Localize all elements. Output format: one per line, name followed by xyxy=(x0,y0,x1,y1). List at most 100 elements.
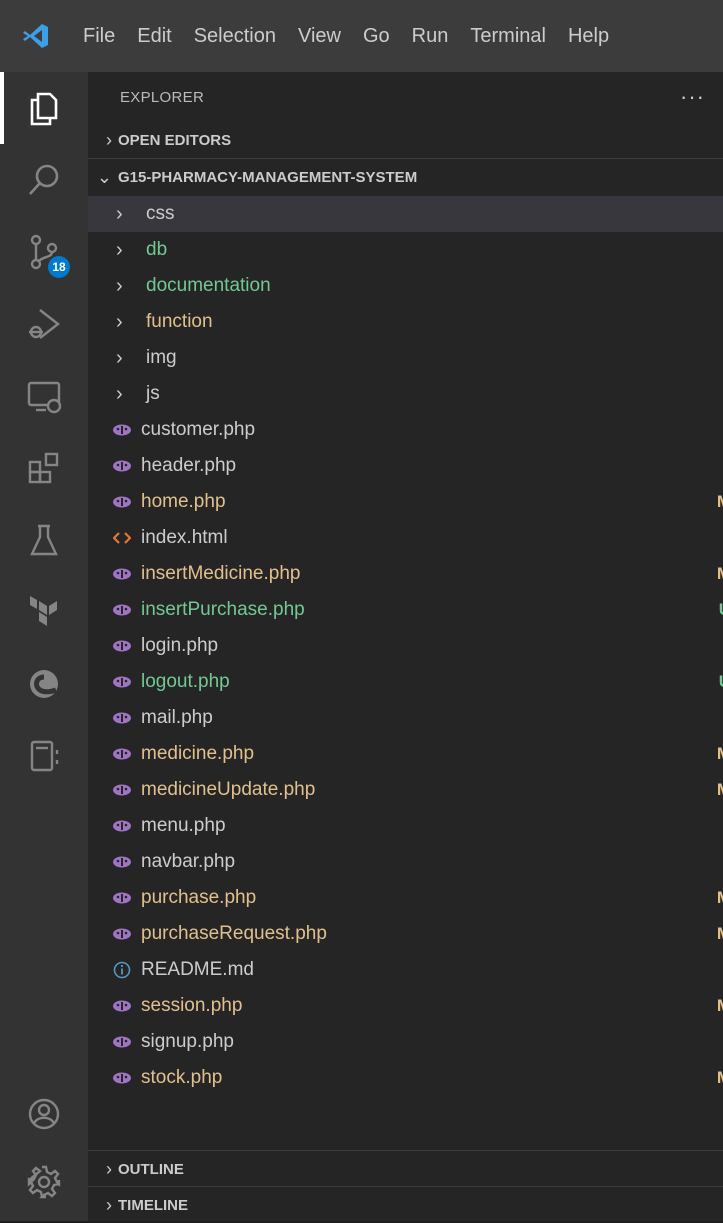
folder-item[interactable]: › db xyxy=(88,232,723,268)
file-label: purchase.php xyxy=(141,887,257,908)
file-label: home.php xyxy=(141,491,226,512)
chevron-right-icon: › xyxy=(106,1194,112,1215)
file-item[interactable]: menu.php xyxy=(88,808,723,844)
testing-icon[interactable] xyxy=(0,504,88,576)
file-item[interactable]: signup.php xyxy=(88,1024,723,1060)
php-file-icon xyxy=(112,639,132,653)
file-label: login.php xyxy=(141,635,219,656)
explorer-icon[interactable] xyxy=(0,72,88,144)
file-item[interactable]: customer.php xyxy=(88,412,723,448)
timeline-label: TIMELINE xyxy=(118,1196,188,1214)
file-item[interactable]: stock.php M xyxy=(88,1060,723,1096)
folder-label: db xyxy=(146,239,168,260)
vscode-logo-icon xyxy=(0,0,72,72)
folder-item[interactable]: › function xyxy=(88,304,723,340)
php-file-icon xyxy=(112,1071,132,1085)
file-item[interactable]: medicine.php M xyxy=(88,736,723,772)
project-label: G15-PHARMACY-MANAGEMENT-SYSTEM xyxy=(118,168,418,186)
file-label: logout.php xyxy=(141,671,230,692)
notebook-icon[interactable] xyxy=(0,720,88,792)
html-file-icon xyxy=(112,531,132,545)
file-item[interactable]: home.php M xyxy=(88,484,723,520)
php-file-icon xyxy=(112,747,132,761)
file-label: menu.php xyxy=(141,815,226,836)
file-item[interactable]: login.php xyxy=(88,628,723,664)
timeline-section[interactable]: › TIMELINE xyxy=(88,1187,723,1223)
chevron-right-icon: › xyxy=(116,346,123,369)
chevron-right-icon: › xyxy=(116,310,123,333)
edge-icon[interactable] xyxy=(0,648,88,720)
menu-edit[interactable]: Edit xyxy=(126,0,182,72)
file-label: insertPurchase.php xyxy=(141,599,305,620)
file-label: header.php xyxy=(141,455,237,476)
chevron-down-icon: ⌄ xyxy=(96,166,112,187)
chevron-right-icon: › xyxy=(106,129,112,150)
file-item[interactable]: index.html xyxy=(88,520,723,556)
folder-label: img xyxy=(146,347,177,368)
open-editors-section[interactable]: › OPEN EDITORS xyxy=(88,122,723,158)
folder-item[interactable]: › documentation xyxy=(88,268,723,304)
menu-file[interactable]: File xyxy=(72,0,126,72)
git-status-badge: U xyxy=(719,672,723,692)
chevron-right-icon: › xyxy=(116,202,123,225)
file-label: medicine.php xyxy=(141,743,255,764)
extensions-icon[interactable] xyxy=(0,432,88,504)
file-item[interactable]: insertMedicine.php M xyxy=(88,556,723,592)
file-label: signup.php xyxy=(141,1031,234,1052)
php-file-icon xyxy=(112,927,132,941)
file-item[interactable]: mail.php xyxy=(88,700,723,736)
php-file-icon xyxy=(112,711,132,725)
php-file-icon xyxy=(112,1035,132,1049)
remote-explorer-icon[interactable] xyxy=(0,360,88,432)
menu-selection[interactable]: Selection xyxy=(183,0,287,72)
git-status-badge: U xyxy=(719,600,723,620)
php-file-icon xyxy=(112,675,132,689)
file-label: navbar.php xyxy=(141,851,236,872)
php-file-icon xyxy=(112,459,132,473)
file-item[interactable]: logout.php U xyxy=(88,664,723,700)
file-item[interactable]: insertPurchase.php U xyxy=(88,592,723,628)
git-status-badge: M xyxy=(717,744,723,764)
file-item[interactable]: purchase.php M xyxy=(88,880,723,916)
php-file-icon xyxy=(112,999,132,1013)
folder-item[interactable]: › img xyxy=(88,340,723,376)
php-file-icon xyxy=(112,603,132,617)
account-icon[interactable] xyxy=(0,1078,88,1150)
terraform-icon[interactable] xyxy=(0,576,88,648)
menu-view[interactable]: View xyxy=(287,0,352,72)
outline-section[interactable]: › OUTLINE xyxy=(88,1151,723,1187)
file-item[interactable]: medicineUpdate.php M xyxy=(88,772,723,808)
folder-label: css xyxy=(146,203,175,224)
folder-item[interactable]: › css xyxy=(88,196,723,232)
settings-gear-icon[interactable] xyxy=(0,1146,88,1218)
menu-run[interactable]: Run xyxy=(401,0,460,72)
file-item[interactable]: README.md xyxy=(88,952,723,988)
file-item[interactable]: session.php M xyxy=(88,988,723,1024)
explorer-sidebar: EXPLORER ··· › OPEN EDITORS ⌄ G15-PHARMA… xyxy=(88,72,723,1221)
folder-item[interactable]: › js xyxy=(88,376,723,412)
chevron-right-icon: › xyxy=(116,274,123,297)
php-file-icon xyxy=(112,495,132,509)
file-item[interactable]: purchaseRequest.php M xyxy=(88,916,723,952)
file-label: insertMedicine.php xyxy=(141,563,301,584)
file-item[interactable]: navbar.php xyxy=(88,844,723,880)
php-file-icon xyxy=(112,567,132,581)
file-item[interactable]: header.php xyxy=(88,448,723,484)
php-file-icon xyxy=(112,855,132,869)
file-label: mail.php xyxy=(141,707,213,728)
git-status-badge: M xyxy=(717,924,723,944)
menu-go[interactable]: Go xyxy=(352,0,401,72)
run-debug-icon[interactable] xyxy=(0,288,88,360)
php-file-icon xyxy=(112,891,132,905)
more-actions-icon[interactable]: ··· xyxy=(680,86,705,108)
project-section[interactable]: ⌄ G15-PHARMACY-MANAGEMENT-SYSTEM xyxy=(88,159,723,195)
folder-label: js xyxy=(146,383,160,404)
folder-label: documentation xyxy=(146,275,271,296)
menu-help[interactable]: Help xyxy=(557,0,620,72)
source-control-icon[interactable]: 18 xyxy=(0,216,88,288)
menu-terminal[interactable]: Terminal xyxy=(459,0,557,72)
file-label: customer.php xyxy=(141,419,256,440)
git-status-badge: M xyxy=(717,492,723,512)
git-status-badge: M xyxy=(717,996,723,1016)
search-icon[interactable] xyxy=(0,144,88,216)
